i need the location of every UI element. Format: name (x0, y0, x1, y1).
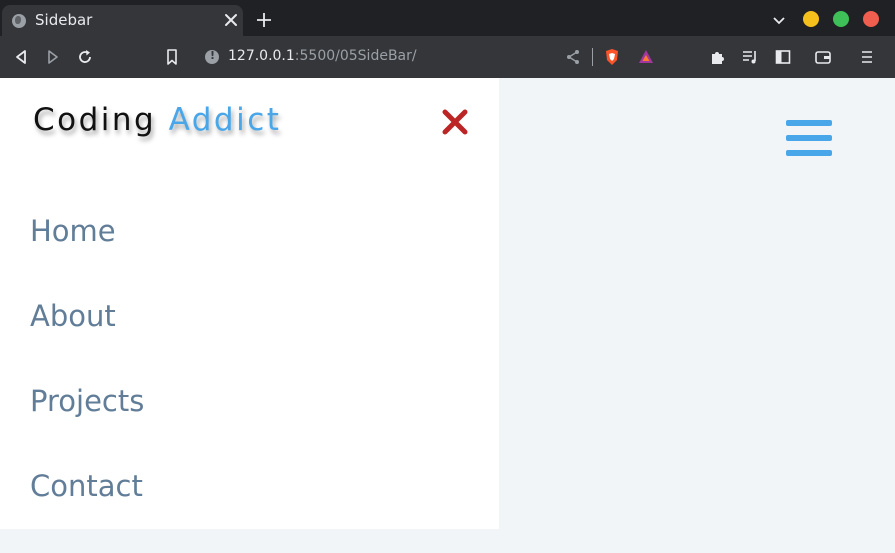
brave-rewards-icon[interactable] (637, 48, 655, 66)
bookmark-icon[interactable] (163, 48, 181, 66)
sidebar: Coding Addict Home About Projects Contac… (0, 78, 499, 529)
sidebar-link-home[interactable]: Home (30, 213, 144, 298)
extensions-icon[interactable] (709, 48, 727, 66)
logo: Coding Addict (33, 102, 281, 138)
brave-shields-icon[interactable] (603, 48, 621, 66)
page-content: Coding Addict Home About Projects Contac… (0, 78, 895, 529)
new-tab-icon[interactable] (256, 12, 272, 28)
browser-tab-strip: Sidebar (0, 0, 895, 36)
window-close-button[interactable] (863, 11, 879, 27)
sidebar-link-projects[interactable]: Projects (30, 383, 144, 468)
close-sidebar-button[interactable] (440, 107, 470, 137)
globe-icon (12, 14, 26, 28)
back-icon[interactable] (12, 48, 30, 66)
window-maximize-button[interactable] (833, 11, 849, 27)
chevron-down-icon[interactable] (772, 14, 786, 28)
logo-text-accent: Addict (168, 102, 282, 138)
close-x-icon (442, 109, 468, 135)
hamburger-menu-icon-bar (786, 135, 832, 141)
url-host: 127.0.0.1 (228, 48, 295, 64)
reload-icon[interactable] (76, 48, 94, 66)
url-path: :5500/05SideBar/ (294, 48, 417, 64)
browser-menu-icon[interactable] (858, 48, 876, 66)
window-minimize-button[interactable] (803, 11, 819, 27)
sidebar-panel-icon[interactable] (774, 48, 792, 66)
sidebar-links: Home About Projects Contact (30, 213, 144, 553)
tab-close-icon[interactable] (223, 12, 239, 28)
browser-toolbar: 127.0.0.1:5500/05SideBar/ (0, 36, 895, 78)
forward-icon[interactable] (44, 48, 62, 66)
hamburger-menu-icon (786, 120, 832, 126)
sidebar-toggle-button[interactable] (786, 120, 832, 160)
toolbar-separator (592, 48, 593, 66)
media-queue-icon[interactable] (741, 48, 759, 66)
address-bar[interactable]: 127.0.0.1:5500/05SideBar/ (228, 48, 417, 64)
browser-tab[interactable]: Sidebar (2, 5, 243, 36)
sidebar-link-contact[interactable]: Contact (30, 468, 144, 553)
hamburger-menu-icon-bar (786, 150, 832, 156)
tab-title: Sidebar (35, 11, 93, 29)
wallet-icon[interactable] (814, 48, 832, 66)
sidebar-link-about[interactable]: About (30, 298, 144, 383)
site-info-icon[interactable] (205, 49, 219, 64)
share-icon[interactable] (564, 48, 582, 66)
logo-text-primary: Coding (33, 102, 169, 138)
